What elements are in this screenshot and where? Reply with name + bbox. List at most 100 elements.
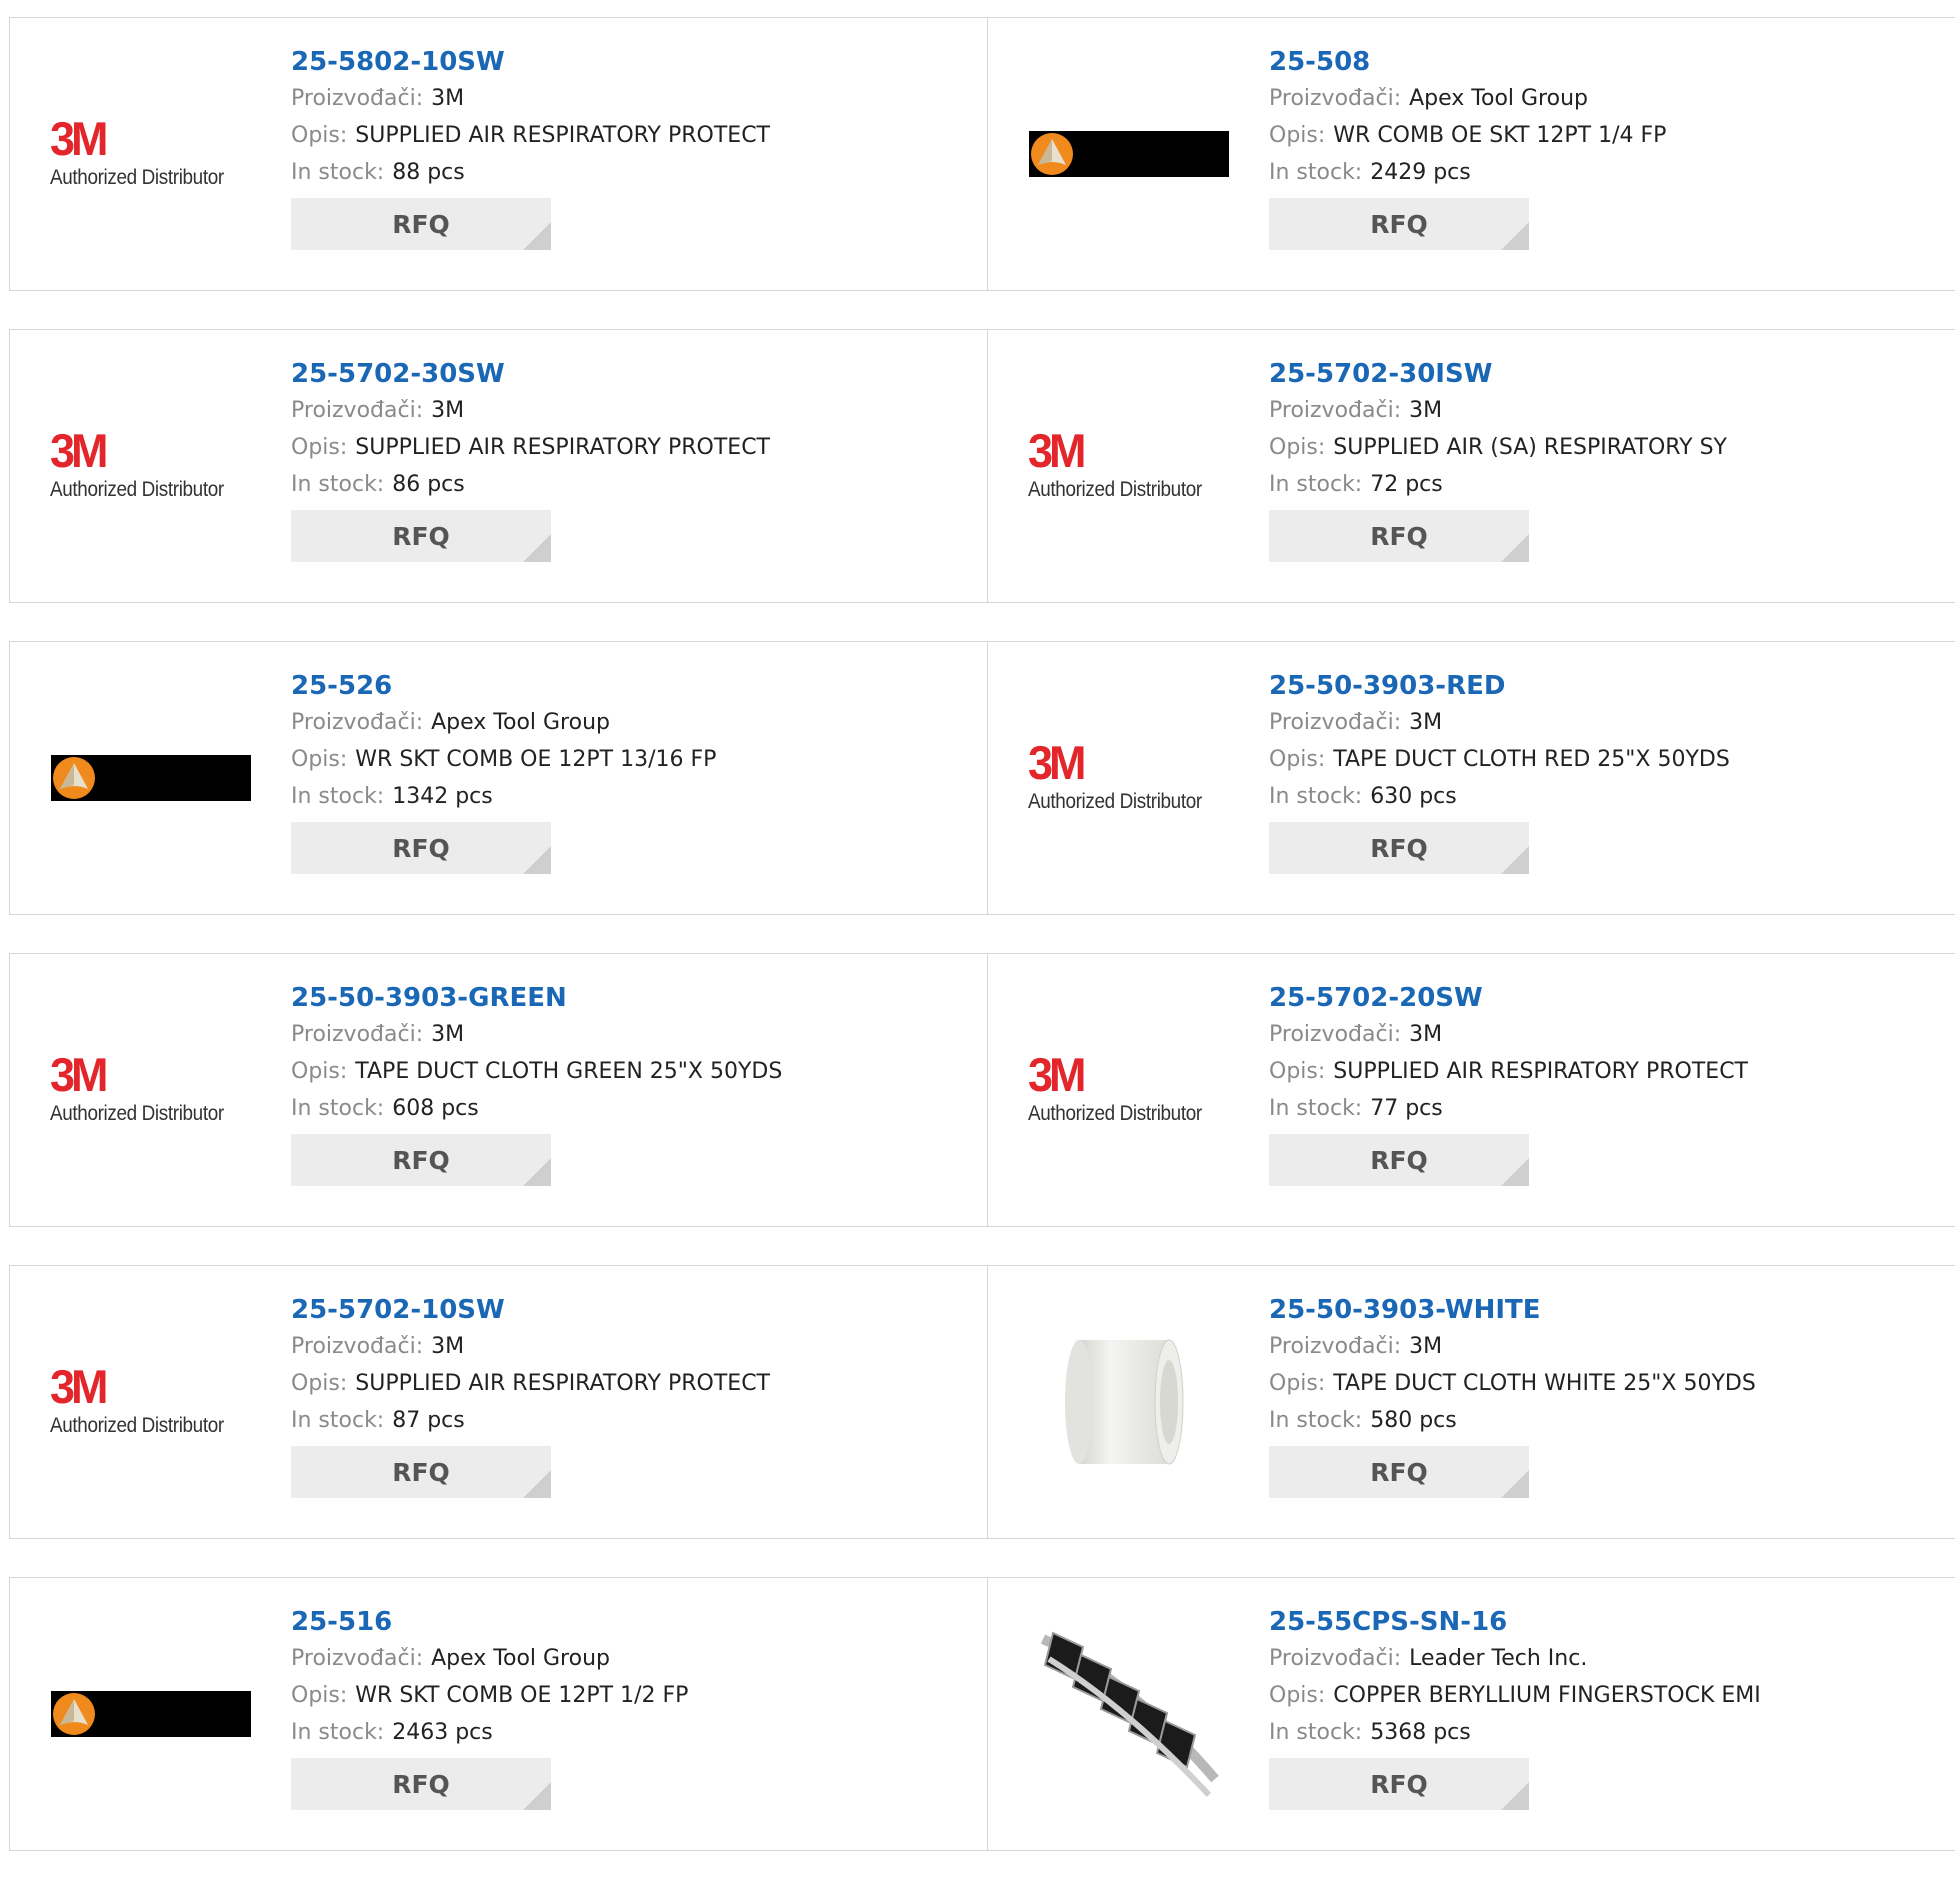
description-value: TAPE DUCT CLOTH RED 25"X 50YDS: [1333, 747, 1730, 772]
3m-logo-mark: 3M: [50, 423, 108, 478]
manufacturer-value: Leader Tech Inc.: [1409, 1646, 1588, 1671]
rfq-button[interactable]: RFQ: [291, 1134, 551, 1186]
manufacturer-line: Proizvođači: 3M: [291, 1328, 770, 1365]
rfq-button[interactable]: RFQ: [291, 510, 551, 562]
manufacturer-label: Proizvođači:: [291, 1334, 424, 1359]
stock-label: In stock:: [291, 784, 385, 809]
authorized-distributor-text: Authorized Distributor: [1028, 1102, 1202, 1125]
part-number-link[interactable]: 25-5702-20SW: [1269, 980, 1748, 1016]
stock-value: 630 pcs: [1370, 784, 1457, 809]
product-image[interactable]: 3M Authorized Distributor: [1028, 642, 1230, 914]
rfq-button[interactable]: RFQ: [1269, 1134, 1529, 1186]
description-label: Opis:: [291, 1059, 348, 1084]
part-number-link[interactable]: 25-5702-30ISW: [1269, 356, 1727, 392]
part-number-link[interactable]: 25-55CPS-SN-16: [1269, 1604, 1761, 1640]
product-info: 25-526 Proizvođači: Apex Tool Group Opis: WR…: [291, 668, 716, 874]
description-line: Opis: SUPPLIED AIR (SA) RESPIRATORY SY: [1269, 429, 1727, 466]
stock-line: In stock: 88 pcs: [291, 154, 770, 191]
description-line: Opis: SUPPLIED AIR RESPIRATORY PROTECT: [1269, 1053, 1748, 1090]
description-label: Opis:: [1269, 1683, 1326, 1708]
manufacturer-label: Proizvođači:: [1269, 1646, 1402, 1671]
manufacturer-value: 3M: [1409, 1334, 1443, 1359]
corner-triangle-icon: [523, 1470, 551, 1498]
rfq-button[interactable]: RFQ: [1269, 822, 1529, 874]
product-info: 25-50-3903-GREEN Proizvođači: 3M Opis: TAPE …: [291, 980, 782, 1186]
part-number-link[interactable]: 25-526: [291, 668, 716, 704]
stock-line: In stock: 2429 pcs: [1269, 154, 1666, 191]
part-number-link[interactable]: 25-508: [1269, 44, 1666, 80]
part-number-link[interactable]: 25-50-3903-GREEN: [291, 980, 782, 1016]
corner-triangle-icon: [1501, 846, 1529, 874]
product-row: 3M Authorized Distributor 25-5702-30SW Proi…: [9, 329, 1955, 603]
product-image[interactable]: 3M Authorized Distributor: [50, 954, 252, 1226]
product-card: 25-526 Proizvođači: Apex Tool Group Opis: WR…: [10, 642, 988, 914]
product-info: 25-50-3903-RED Proizvođači: 3M Opis: TAPE DU…: [1269, 668, 1730, 874]
3m-authorized-distributor-logo: 3M Authorized Distributor: [1028, 1050, 1230, 1130]
rfq-button[interactable]: RFQ: [1269, 198, 1529, 250]
product-image[interactable]: 3M Authorized Distributor: [50, 18, 252, 290]
product-image[interactable]: [1028, 1266, 1230, 1538]
rfq-button[interactable]: RFQ: [291, 822, 551, 874]
part-number-link[interactable]: 25-50-3903-WHITE: [1269, 1292, 1756, 1328]
part-number-link[interactable]: 25-50-3903-RED: [1269, 668, 1730, 704]
product-image[interactable]: 3M Authorized Distributor: [1028, 330, 1230, 602]
stock-label: In stock:: [291, 1408, 385, 1433]
rfq-button[interactable]: RFQ: [1269, 1758, 1529, 1810]
manufacturer-value: 3M: [1409, 710, 1443, 735]
3m-logo-mark: 3M: [50, 1359, 108, 1414]
part-number-link[interactable]: 25-5702-10SW: [291, 1292, 770, 1328]
product-row: 25-526 Proizvođači: Apex Tool Group Opis: WR…: [9, 641, 1955, 915]
description-value: TAPE DUCT CLOTH WHITE 25"X 50YDS: [1333, 1371, 1756, 1396]
description-line: Opis: TAPE DUCT CLOTH RED 25"X 50YDS: [1269, 741, 1730, 778]
description-value: SUPPLIED AIR RESPIRATORY PROTECT: [355, 435, 770, 460]
product-card: 3M Authorized Distributor 25-5802-10SW Proi…: [10, 18, 988, 290]
product-card: 3M Authorized Distributor 25-5702-20SW Proi…: [988, 954, 1955, 1226]
product-card: 25-55CPS-SN-16 Proizvođači: Leader Tech In…: [988, 1578, 1955, 1850]
product-info: 25-50-3903-WHITE Proizvođači: 3M Opis: TAPE …: [1269, 1292, 1756, 1498]
description-line: Opis: WR SKT COMB OE 12PT 1/2 FP: [291, 1677, 688, 1714]
3m-authorized-distributor-logo: 3M Authorized Distributor: [1028, 738, 1230, 818]
stock-label: In stock:: [291, 472, 385, 497]
stock-label: In stock:: [291, 1096, 385, 1121]
corner-triangle-icon: [523, 1158, 551, 1186]
stock-label: In stock:: [1269, 1720, 1363, 1745]
description-label: Opis:: [291, 747, 348, 772]
description-label: Opis:: [1269, 435, 1326, 460]
product-row: 3M Authorized Distributor 25-5702-10SW Proi…: [9, 1265, 1955, 1539]
stock-value: 72 pcs: [1370, 472, 1443, 497]
apex-tool-group-logo: [51, 755, 251, 801]
product-image[interactable]: [50, 642, 252, 914]
product-card: 25-516 Proizvođači: Apex Tool Group Opis: WR…: [10, 1578, 988, 1850]
manufacturer-line: Proizvođači: 3M: [1269, 1016, 1748, 1053]
rfq-label: RFQ: [1370, 1145, 1428, 1175]
rfq-label: RFQ: [1370, 1769, 1428, 1799]
product-image[interactable]: [50, 1578, 252, 1850]
authorized-distributor-text: Authorized Distributor: [50, 1102, 224, 1125]
stock-value: 1342 pcs: [392, 784, 493, 809]
product-image[interactable]: 3M Authorized Distributor: [50, 1266, 252, 1538]
rfq-button[interactable]: RFQ: [291, 1758, 551, 1810]
description-line: Opis: SUPPLIED AIR RESPIRATORY PROTECT: [291, 429, 770, 466]
stock-value: 2429 pcs: [1370, 160, 1471, 185]
rfq-button[interactable]: RFQ: [1269, 1446, 1529, 1498]
part-number-link[interactable]: 25-5702-30SW: [291, 356, 770, 392]
authorized-distributor-text: Authorized Distributor: [50, 166, 224, 189]
product-image[interactable]: [1028, 18, 1230, 290]
product-image[interactable]: [1028, 1578, 1230, 1850]
rfq-button[interactable]: RFQ: [1269, 510, 1529, 562]
corner-triangle-icon: [523, 222, 551, 250]
description-line: Opis: COPPER BERYLLIUM FINGERSTOCK EMI: [1269, 1677, 1761, 1714]
stock-value: 87 pcs: [392, 1408, 465, 1433]
manufacturer-label: Proizvođači:: [1269, 398, 1402, 423]
part-number-link[interactable]: 25-5802-10SW: [291, 44, 770, 80]
product-image[interactable]: 3M Authorized Distributor: [1028, 954, 1230, 1226]
stock-line: In stock: 87 pcs: [291, 1402, 770, 1439]
rfq-label: RFQ: [1370, 1457, 1428, 1487]
product-image[interactable]: 3M Authorized Distributor: [50, 330, 252, 602]
description-label: Opis:: [291, 435, 348, 460]
product-card: 3M Authorized Distributor 25-50-3903-RED Pr…: [988, 642, 1955, 914]
rfq-button[interactable]: RFQ: [291, 198, 551, 250]
3m-logo-mark: 3M: [1028, 735, 1086, 790]
part-number-link[interactable]: 25-516: [291, 1604, 688, 1640]
rfq-button[interactable]: RFQ: [291, 1446, 551, 1498]
